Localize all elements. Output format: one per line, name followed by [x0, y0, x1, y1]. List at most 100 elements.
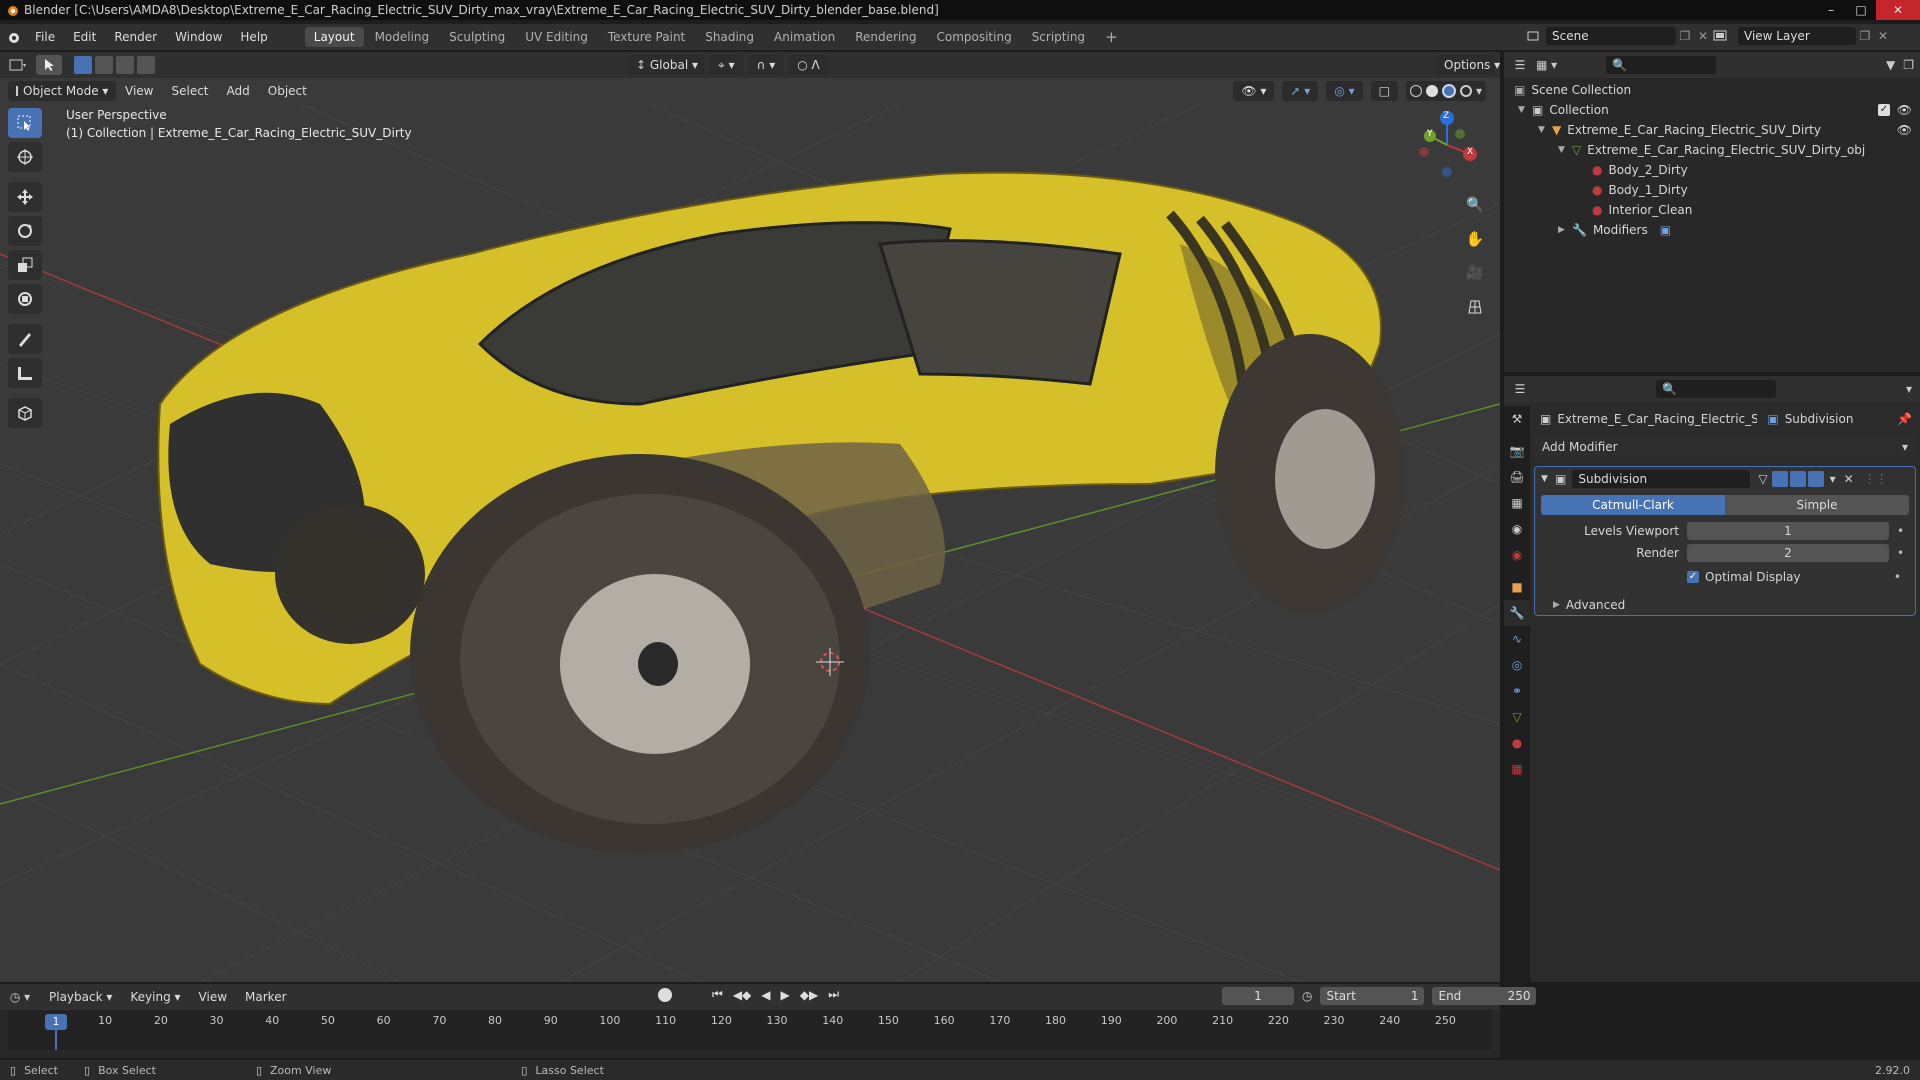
tab-animation[interactable]: Animation: [765, 27, 844, 47]
select-extend-icon[interactable]: [95, 56, 113, 74]
properties-options-icon[interactable]: ▾: [1906, 382, 1912, 396]
scene-selector[interactable]: Scene: [1546, 27, 1676, 45]
preview-range-icon[interactable]: ◷: [1302, 989, 1312, 1003]
menu-file[interactable]: File: [26, 24, 64, 50]
measure-tool[interactable]: [8, 358, 42, 388]
constraints-tab-icon[interactable]: ⚭: [1504, 678, 1530, 704]
shading-options-icon[interactable]: ▾: [1476, 84, 1482, 98]
end-frame-field[interactable]: End 250: [1432, 987, 1537, 1005]
close-window-button[interactable]: ✕: [1876, 0, 1920, 20]
new-view-layer-icon[interactable]: ❐: [1856, 29, 1874, 43]
properties-editor-type-icon[interactable]: ☰: [1504, 382, 1536, 396]
record-button[interactable]: [658, 987, 672, 1002]
perspective-toggle-icon[interactable]: [1462, 294, 1488, 320]
tab-compositing[interactable]: Compositing: [927, 27, 1020, 47]
tab-layout[interactable]: Layout: [304, 27, 364, 47]
select-box-tool[interactable]: [8, 108, 42, 138]
modifiers-expand-icon[interactable]: ▶: [1558, 220, 1572, 240]
outliner-search-input[interactable]: 🔍: [1606, 56, 1716, 74]
view-layer-icon[interactable]: [1712, 29, 1738, 43]
timeline-menu-keying[interactable]: Keying ▾: [121, 984, 189, 1010]
overlays-toggle[interactable]: ◎ ▾: [1326, 81, 1363, 101]
cage-toggle-icon[interactable]: [1771, 471, 1788, 487]
filter-icon[interactable]: ▼: [1886, 58, 1895, 72]
menu-edit[interactable]: Edit: [64, 24, 105, 50]
modifier-tab-icon[interactable]: 🔧: [1504, 600, 1530, 626]
material-row[interactable]: ● Interior_Clean: [1514, 200, 1914, 220]
viewport-menu-select[interactable]: Select: [162, 78, 217, 104]
tab-uv-editing[interactable]: UV Editing: [516, 27, 597, 47]
tab-texture-paint[interactable]: Texture Paint: [599, 27, 694, 47]
object-expand-icon[interactable]: ▼: [1538, 120, 1552, 140]
menu-help[interactable]: Help: [231, 24, 276, 50]
material-shading-icon[interactable]: [1441, 84, 1456, 98]
gizmo-toggle[interactable]: ➚ ▾: [1282, 81, 1319, 101]
delete-view-layer-icon[interactable]: ✕: [1874, 29, 1892, 43]
render-tab-icon[interactable]: 📷: [1504, 438, 1530, 464]
select-new-icon[interactable]: [74, 56, 92, 74]
remove-modifier-icon[interactable]: ✕: [1844, 472, 1854, 486]
catmull-clark-button[interactable]: Catmull-Clark: [1541, 495, 1725, 515]
collection-checkbox[interactable]: ✓: [1878, 104, 1890, 116]
levels-viewport-field[interactable]: 1: [1687, 522, 1889, 540]
tab-scripting[interactable]: Scripting: [1023, 27, 1094, 47]
jump-end-icon[interactable]: ⏭: [828, 987, 839, 1002]
object-tab-icon[interactable]: ■: [1504, 574, 1530, 600]
3d-viewport[interactable]: ↕ Global ▾ ⌖ ▾ ∩ ▾ ○ Λ Options ▾ Object …: [0, 52, 1500, 982]
advanced-expand-icon[interactable]: ▶: [1553, 600, 1560, 610]
cursor-tool[interactable]: [8, 142, 42, 172]
new-scene-icon[interactable]: ❐: [1676, 29, 1694, 43]
add-cube-tool[interactable]: [8, 398, 42, 428]
xray-toggle[interactable]: □: [1370, 81, 1398, 101]
transform-tool[interactable]: [8, 284, 42, 314]
edit-mode-toggle-icon[interactable]: ▽: [1758, 472, 1767, 486]
rotate-tool[interactable]: [8, 216, 42, 246]
menu-window[interactable]: Window: [166, 24, 231, 50]
select-intersect-icon[interactable]: [137, 56, 155, 74]
jump-keyframe-back-icon[interactable]: ◀◆: [733, 988, 751, 1002]
tab-rendering[interactable]: Rendering: [846, 27, 925, 47]
render-toggle-icon[interactable]: [1807, 471, 1824, 487]
maximize-button[interactable]: □: [1846, 0, 1876, 20]
scale-tool[interactable]: [8, 250, 42, 280]
play-icon[interactable]: ▶: [781, 988, 790, 1002]
editor-type-icon[interactable]: [0, 58, 36, 72]
timeline-menu-playback[interactable]: Playback ▾: [40, 984, 121, 1010]
mode-dropdown[interactable]: Object Mode ▾: [8, 81, 116, 101]
viewport-menu-object[interactable]: Object: [259, 78, 316, 104]
blender-menu-icon[interactable]: [0, 30, 26, 44]
viewport-toggle-icon[interactable]: [1789, 471, 1806, 487]
properties-search-input[interactable]: 🔍: [1656, 380, 1776, 398]
view-layer-selector[interactable]: View Layer: [1738, 27, 1856, 45]
modifier-name-field[interactable]: Subdivision: [1572, 470, 1751, 488]
material-row[interactable]: ● Body_1_Dirty: [1514, 180, 1914, 200]
pin-icon[interactable]: 📌: [1897, 412, 1912, 426]
scene-tab-icon[interactable]: ◉: [1504, 516, 1530, 542]
tab-shading[interactable]: Shading: [696, 27, 763, 47]
snap-toggle[interactable]: ∩ ▾: [748, 55, 784, 75]
current-frame-field[interactable]: 1: [1222, 987, 1294, 1005]
optimal-display-checkbox[interactable]: ✓: [1687, 571, 1699, 583]
modifier-menu-icon[interactable]: ▾: [1830, 472, 1836, 486]
delete-scene-icon[interactable]: ✕: [1694, 29, 1712, 43]
select-subtract-icon[interactable]: [116, 56, 134, 74]
view-layer-tab-icon[interactable]: ▦: [1504, 490, 1530, 516]
collection-expand-icon[interactable]: ▼: [1518, 100, 1532, 120]
keyframe-dot-icon[interactable]: •: [1897, 546, 1904, 560]
pan-hand-icon[interactable]: ✋: [1462, 226, 1488, 252]
mesh-data-tab-icon[interactable]: ▽: [1504, 704, 1530, 730]
new-collection-icon[interactable]: ❐: [1903, 58, 1914, 72]
viewport-canvas[interactable]: [0, 104, 1500, 982]
annotate-tool[interactable]: [8, 324, 42, 354]
move-tool[interactable]: [8, 182, 42, 212]
play-reverse-icon[interactable]: ◀: [761, 988, 770, 1002]
output-tab-icon[interactable]: 🖨: [1504, 464, 1530, 490]
outliner-editor-type-icon[interactable]: ☰: [1504, 58, 1536, 72]
simple-button[interactable]: Simple: [1725, 495, 1909, 515]
visibility-dropdown[interactable]: 👁 ▾: [1233, 81, 1275, 101]
transform-orientation-dropdown[interactable]: ↕ Global ▾: [628, 55, 704, 75]
jump-keyframe-forward-icon[interactable]: ◆▶: [800, 988, 818, 1002]
timeline-track-area[interactable]: 1 10 20 30 40 50 60 70 80 90 100 110 120 130 140 150 16…: [8, 1010, 1492, 1050]
menu-render[interactable]: Render: [105, 24, 166, 50]
display-mode-icon[interactable]: ▦ ▾: [1536, 58, 1566, 72]
